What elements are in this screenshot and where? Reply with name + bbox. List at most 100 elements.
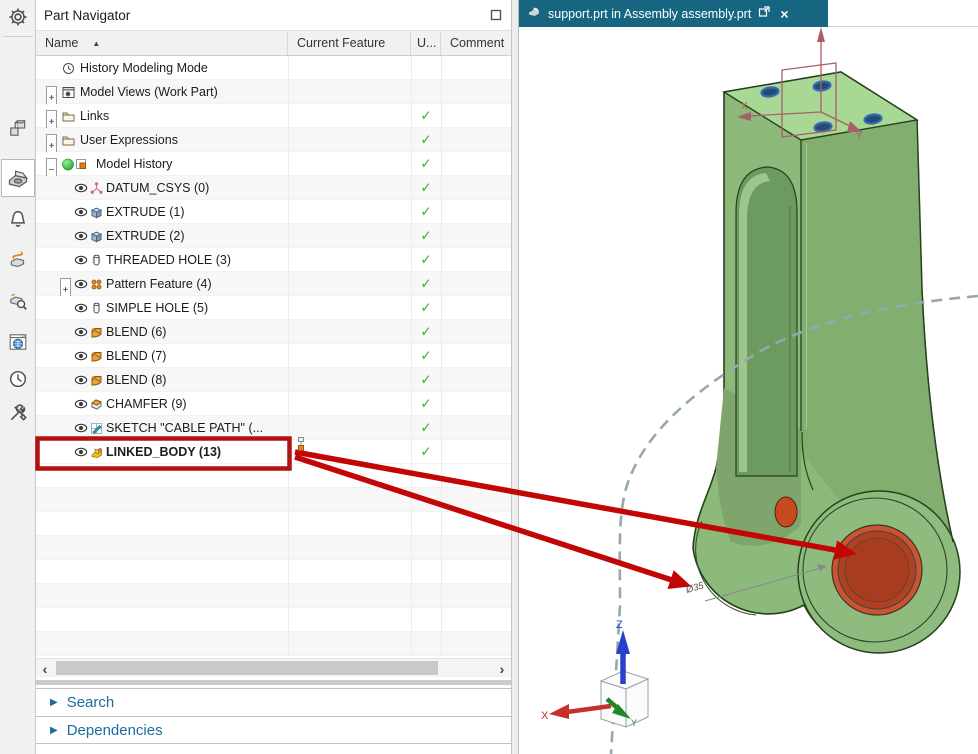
up-to-date-check: ✓	[411, 248, 441, 272]
empty-row	[36, 488, 511, 512]
eye-visibility-icon[interactable]	[74, 440, 88, 464]
triad-x-label: X	[541, 710, 549, 722]
float-window-icon[interactable]	[758, 5, 771, 23]
part-navigator-panel: Part Navigator Name ▲ Current Feature U.…	[36, 0, 511, 754]
tree-row-datum-csys[interactable]: DATUM_CSYS (0) ✓	[36, 176, 511, 200]
eye-visibility-icon[interactable]	[74, 272, 88, 296]
column-header-name[interactable]: Name ▲	[36, 31, 288, 55]
tree-row-blend-6[interactable]: BLEND (6) ✓	[36, 320, 511, 344]
scroll-right-icon[interactable]: ›	[493, 659, 511, 678]
triad-z-label: Z	[616, 619, 623, 631]
utilities-tools-icon[interactable]	[5, 400, 31, 426]
column-name-label: Name	[45, 36, 78, 50]
web-browser-icon[interactable]	[5, 329, 31, 355]
linked-body-boss[interactable]	[832, 525, 922, 615]
tree-row-user-expressions[interactable]: + User Expressions ✓	[36, 128, 511, 152]
3d-viewport[interactable]: X Y Ø35 X	[519, 0, 978, 754]
up-to-date-check	[411, 80, 441, 104]
tree-row-links[interactable]: + Links ✓	[36, 104, 511, 128]
chamfer-icon	[90, 392, 103, 416]
vertical-splitter[interactable]	[511, 0, 519, 754]
part-navigator-icon[interactable]	[1, 159, 35, 197]
empty-row	[36, 560, 511, 584]
tree-row-chamfer[interactable]: CHAMFER (9) ✓	[36, 392, 511, 416]
column-up-to-date-label: U...	[417, 36, 436, 50]
tree-row-label: EXTRUDE (2)	[106, 224, 184, 248]
panel-splitter[interactable]	[36, 680, 511, 685]
scrollbar-thumb[interactable]	[56, 661, 438, 675]
blend-icon	[90, 344, 103, 368]
tree-row-linked-body[interactable]: LINKED_BODY (13) ✓	[36, 440, 511, 464]
chevron-right-icon: ▶	[50, 697, 58, 708]
assemblies-icon[interactable]	[5, 115, 31, 141]
tree-row-label: SIMPLE HOLE (5)	[106, 296, 208, 320]
tree-row-model-history[interactable]: − Model History ✓	[36, 152, 511, 176]
graphics-window: X Y Ø35 X	[519, 0, 978, 754]
gear-icon[interactable]	[5, 4, 31, 30]
column-header-comment[interactable]: Comment	[441, 31, 511, 55]
tree-row-extrude-2[interactable]: EXTRUDE (2) ✓	[36, 224, 511, 248]
orientation-triad[interactable]: X Z Y	[541, 619, 648, 728]
tree-row-sketch-cable-path[interactable]: SKETCH "CABLE PATH" (... ✓	[36, 416, 511, 440]
history-clock-icon[interactable]	[5, 366, 31, 392]
eye-visibility-icon[interactable]	[74, 344, 88, 368]
model-history-icon	[62, 152, 90, 176]
support-part-model[interactable]	[693, 72, 960, 653]
up-to-date-check: ✓	[411, 368, 441, 392]
eye-visibility-icon[interactable]	[74, 176, 88, 200]
tab-support-prt[interactable]: support.prt in Assembly assembly.prt ×	[519, 0, 828, 27]
notifications-bell-icon[interactable]	[5, 206, 31, 232]
tree-row-label: CHAMFER (9)	[106, 392, 187, 416]
section-search[interactable]: ▶ Search	[36, 688, 511, 716]
eye-visibility-icon[interactable]	[74, 248, 88, 272]
tree-row-model-views[interactable]: + Model Views (Work Part)	[36, 80, 511, 104]
eye-visibility-icon[interactable]	[74, 416, 88, 440]
section-dependencies[interactable]: ▶ Dependencies	[36, 716, 511, 744]
eye-visibility-icon[interactable]	[74, 296, 88, 320]
column-header-current-feature[interactable]: Current Feature	[288, 31, 411, 55]
eye-visibility-icon[interactable]	[74, 368, 88, 392]
up-to-date-check: ✓	[411, 392, 441, 416]
resource-bar	[0, 0, 36, 754]
close-icon[interactable]: ×	[780, 7, 788, 21]
tree-column-header: Name ▲ Current Feature U... Comment	[36, 30, 511, 56]
tree-row-extrude-1[interactable]: EXTRUDE (1) ✓	[36, 200, 511, 224]
csys-x-label: X	[741, 101, 748, 112]
tree-row-threaded-hole[interactable]: THREADED HOLE (3) ✓	[36, 248, 511, 272]
tree-row-label: THREADED HOLE (3)	[106, 248, 231, 272]
eye-visibility-icon[interactable]	[74, 224, 88, 248]
up-to-date-check: ✓	[411, 224, 441, 248]
tree-row-simple-hole[interactable]: SIMPLE HOLE (5) ✓	[36, 296, 511, 320]
tree-row-label: BLEND (8)	[106, 368, 166, 392]
horizontal-scrollbar[interactable]: ‹ ›	[36, 658, 511, 677]
model-views-icon	[62, 80, 75, 104]
tree-row-label: Links	[80, 104, 109, 128]
panel-title: Part Navigator	[44, 8, 489, 23]
empty-row	[36, 464, 511, 488]
eye-visibility-icon[interactable]	[74, 392, 88, 416]
restore-window-icon[interactable]	[489, 8, 503, 22]
tree-row-label: User Expressions	[80, 128, 178, 152]
measure-part-icon[interactable]	[5, 248, 31, 274]
tree-row-label: DATUM_CSYS (0)	[106, 176, 209, 200]
folder-icon	[62, 128, 75, 152]
column-header-up-to-date[interactable]: U...	[411, 31, 441, 55]
tree-row-blend-7[interactable]: BLEND (7) ✓	[36, 344, 511, 368]
divider	[3, 36, 33, 37]
tree-row-pattern-feature[interactable]: + Pattern Feature (4) ✓	[36, 272, 511, 296]
pin-between-arms[interactable]	[775, 497, 797, 527]
clock-icon	[62, 56, 75, 80]
tab-strip: support.prt in Assembly assembly.prt ×	[519, 0, 978, 27]
tree-row-label: SKETCH "CABLE PATH" (...	[106, 416, 263, 440]
tree-row-label: Pattern Feature (4)	[106, 272, 212, 296]
eye-visibility-icon[interactable]	[74, 200, 88, 224]
search-part-icon[interactable]	[5, 288, 31, 314]
up-to-date-check: ✓	[411, 176, 441, 200]
tree-row-label: Model History	[96, 152, 172, 176]
tree-row-history-modeling-mode[interactable]: History Modeling Mode	[36, 56, 511, 80]
scroll-left-icon[interactable]: ‹	[36, 659, 54, 678]
eye-visibility-icon[interactable]	[74, 320, 88, 344]
tree-row-blend-8[interactable]: BLEND (8) ✓	[36, 368, 511, 392]
empty-row	[36, 584, 511, 608]
tree-row-label: Model Views (Work Part)	[80, 80, 218, 104]
